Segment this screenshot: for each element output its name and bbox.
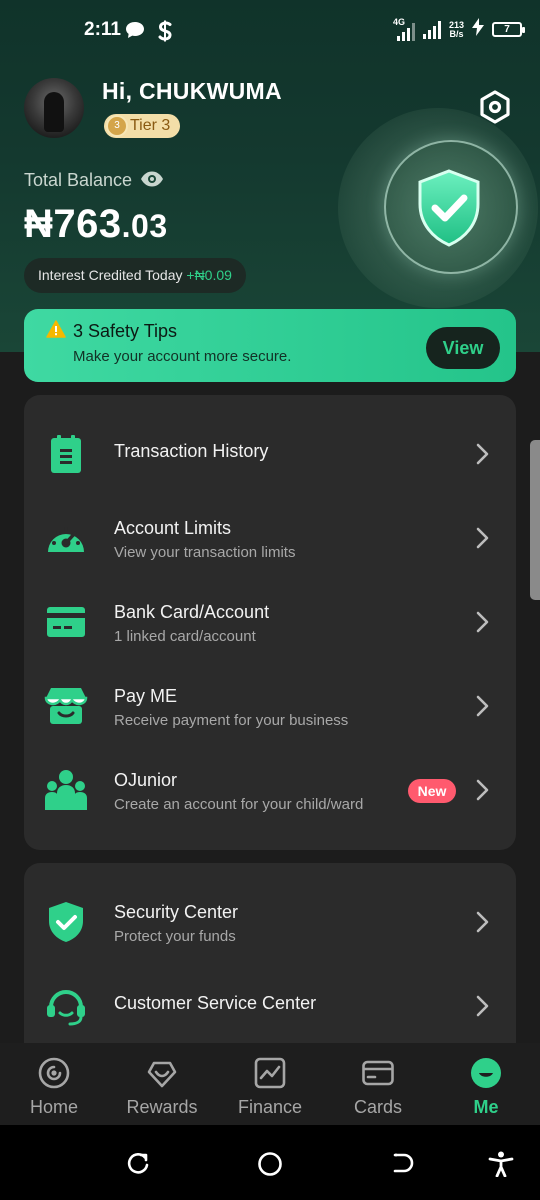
- tab-label: Cards: [353, 1097, 402, 1117]
- tab-label: Finance: [237, 1097, 303, 1117]
- menu-item-subtitle: Protect your funds: [114, 928, 236, 945]
- avatar[interactable]: [24, 78, 84, 138]
- support-menu-card: Security Center Protect your funds Custo…: [24, 863, 516, 1063]
- wifi-signal-icon: [422, 20, 441, 39]
- battery-icon: 7: [492, 22, 525, 37]
- signal-icon: 4G: [393, 17, 415, 41]
- account-menu-card: Transaction History Account Limits View …: [24, 395, 516, 850]
- menu-item-account-limits[interactable]: Account Limits View your transaction lim…: [24, 496, 516, 580]
- menu-item-ojunior[interactable]: OJunior Create an account for your child…: [24, 748, 516, 832]
- menu-item-title: Customer Service Center: [114, 993, 317, 1013]
- tab-label: Rewards: [126, 1097, 198, 1117]
- back-icon[interactable]: [389, 1151, 415, 1177]
- tier-badge[interactable]: 3 Tier 3: [104, 114, 181, 138]
- s-app-icon: [156, 20, 174, 48]
- balance-amount: ₦763.03: [24, 202, 168, 247]
- shield-check-icon: [44, 900, 88, 944]
- menu-item-subtitle: 1 linked card/account: [114, 628, 256, 645]
- shield-check-icon[interactable]: [414, 168, 484, 248]
- network-speed: 213 B/s: [448, 19, 464, 39]
- new-badge: New: [408, 779, 456, 803]
- menu-item-bank-card[interactable]: Bank Card/Account 1 linked card/account: [24, 580, 516, 664]
- recent-apps-icon[interactable]: [125, 1151, 151, 1177]
- document-list-icon: [44, 432, 88, 476]
- rewards-icon: [147, 1061, 177, 1088]
- tab-me[interactable]: Me: [432, 1043, 540, 1125]
- menu-item-subtitle: Receive payment for your business: [114, 712, 349, 729]
- tab-home[interactable]: Home: [0, 1043, 108, 1125]
- tab-label: Home: [29, 1097, 78, 1117]
- bottom-tab-bar: Home Rewards Finance Cards Me: [0, 1043, 540, 1125]
- me-screen: 2:11 4G 213 B/s 7 Hi, CHUKWUMA 3 Tier 3 …: [0, 0, 540, 1200]
- tab-cards[interactable]: Cards: [324, 1043, 432, 1125]
- safety-tips-subtitle: Make your account more secure.: [73, 348, 292, 365]
- chevron-right-icon: [476, 779, 489, 801]
- status-time: 2:11: [84, 19, 121, 40]
- menu-item-title: Pay ME: [114, 686, 178, 706]
- settings-hexagon-icon: [480, 90, 510, 124]
- headset-icon: [44, 984, 88, 1028]
- speedometer-icon: [44, 516, 88, 560]
- tab-rewards[interactable]: Rewards: [108, 1043, 216, 1125]
- menu-item-subtitle: Create an account for your child/ward: [114, 796, 364, 813]
- menu-item-customer-service[interactable]: Customer Service Center: [24, 964, 516, 1048]
- shop-icon: [44, 684, 88, 728]
- balance-whole: 763: [53, 202, 122, 246]
- menu-item-pay-me[interactable]: Pay ME Receive payment for your business: [24, 664, 516, 748]
- menu-item-title: Account Limits: [114, 518, 232, 538]
- bank-card-icon: [44, 600, 88, 644]
- side-scroll-handle[interactable]: [530, 440, 540, 600]
- home-button-icon[interactable]: [257, 1151, 283, 1177]
- safety-tips-title: 3 Safety Tips: [73, 321, 178, 341]
- tier-label: Tier 3: [130, 117, 171, 134]
- status-bar: 2:11 4G 213 B/s 7: [0, 0, 540, 60]
- menu-item-title: Security Center: [114, 902, 239, 922]
- chevron-right-icon: [476, 527, 489, 549]
- medal-icon: 3: [106, 115, 128, 137]
- menu-item-title: OJunior: [114, 770, 178, 790]
- chevron-right-icon: [476, 611, 489, 633]
- chevron-right-icon: [476, 911, 489, 933]
- view-button[interactable]: View: [426, 327, 500, 369]
- interest-pill[interactable]: Interest Credited Today +₦0.09: [24, 258, 246, 293]
- menu-item-title: Transaction History: [114, 441, 269, 461]
- safety-tips-banner[interactable]: 3 Safety Tips Make your account more sec…: [24, 309, 516, 382]
- menu-item-title: Bank Card/Account: [114, 602, 270, 622]
- menu-item-transaction-history[interactable]: Transaction History: [24, 412, 516, 496]
- tab-label: Me: [473, 1097, 499, 1117]
- eye-toggle-icon[interactable]: [140, 170, 163, 188]
- chevron-right-icon: [476, 695, 489, 717]
- family-icon: [44, 768, 88, 812]
- currency-symbol: ₦: [24, 202, 54, 246]
- interest-amount: +₦0.09: [186, 267, 232, 283]
- status-right-icons: 4G 213 B/s 7: [393, 17, 525, 41]
- tab-finance[interactable]: Finance: [216, 1043, 324, 1125]
- card-icon: [362, 1060, 394, 1086]
- home-icon: [38, 1057, 70, 1089]
- settings-button[interactable]: [476, 88, 514, 126]
- charging-icon: [472, 18, 484, 41]
- menu-item-subtitle: View your transaction limits: [114, 544, 296, 561]
- warning-icon: [46, 320, 66, 338]
- balance-decimal: .03: [121, 208, 168, 244]
- chat-bubble-icon: [124, 20, 146, 45]
- chevron-right-icon: [476, 443, 489, 465]
- finance-chart-icon: [254, 1057, 286, 1089]
- accessibility-icon[interactable]: [488, 1151, 514, 1177]
- greeting: Hi, CHUKWUMA: [102, 78, 282, 104]
- chevron-right-icon: [476, 995, 489, 1017]
- me-face-icon: [471, 1058, 501, 1088]
- interest-label: Interest Credited Today: [38, 267, 187, 283]
- menu-item-security-center[interactable]: Security Center Protect your funds: [24, 880, 516, 964]
- system-nav-bar: [0, 1125, 540, 1200]
- total-balance-label: Total Balance: [24, 170, 133, 190]
